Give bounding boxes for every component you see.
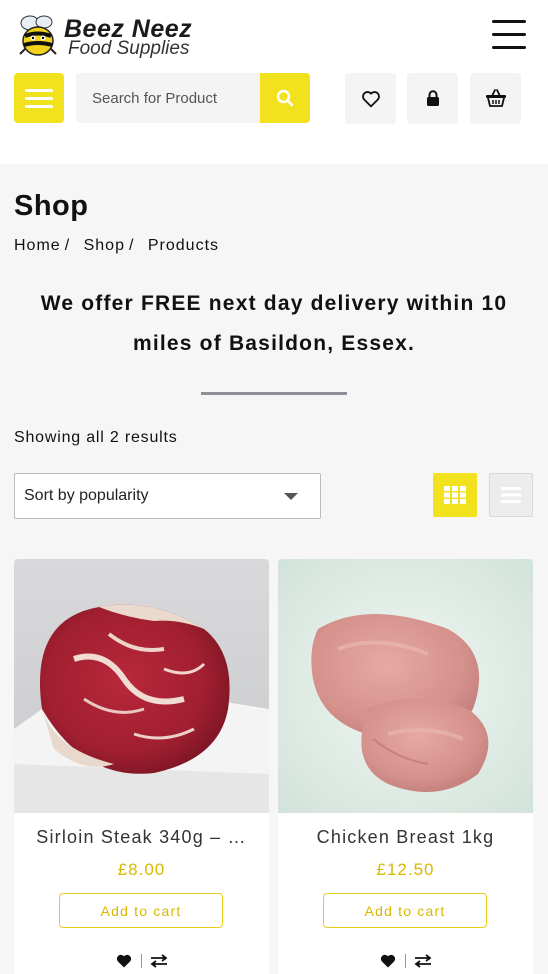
product-image[interactable] [278,559,533,813]
lock-icon [426,90,439,106]
grid-icon [444,486,466,504]
product-price: £12.50 [376,860,435,879]
bee-logo-icon [19,15,57,56]
results-count: Showing all 2 results [14,429,178,446]
breadcrumb-shop[interactable]: Shop [84,237,125,254]
basket-icon [485,89,506,107]
account-button[interactable] [407,73,458,124]
search-button[interactable] [260,73,310,123]
logo-text-sub: Food Supplies [68,38,190,59]
breadcrumb-separator: / [128,237,135,254]
hamburger-icon [25,88,53,92]
main-menu-button[interactable] [492,20,526,50]
search-icon [276,89,294,107]
search-bar [76,73,310,123]
list-icon [501,487,521,503]
chicken-photo [278,559,533,813]
hamburger-icon [492,20,526,23]
wishlist-button[interactable] [345,73,396,124]
add-to-cart-button[interactable]: Add to cart [59,893,223,928]
sort-dropdown[interactable]: Sort by popularity [14,473,321,519]
cart-button[interactable] [470,73,521,124]
product-card: Sirloin Steak 340g – … £8.00 Add to cart [14,559,269,974]
breadcrumb-current: Products [147,237,220,254]
heart-outline-icon [361,90,380,107]
grid-view-button[interactable] [433,473,477,517]
page-title: Shop [14,190,89,222]
logo[interactable]: Beez Neez Food Supplies [16,12,206,60]
chevron-down-icon [284,493,298,500]
steak-photo [14,559,269,813]
product-image[interactable] [14,559,269,813]
list-view-button[interactable] [489,473,533,517]
product-card: Chicken Breast 1kg £12.50 Add to cart [278,559,533,974]
search-input[interactable] [76,73,260,123]
breadcrumb-separator: / [64,237,71,254]
product-actions [278,951,533,971]
site-header: Beez Neez Food Supplies [0,0,548,164]
sort-selected-value: Sort by popularity [24,487,149,504]
compare-arrows-icon[interactable] [150,954,168,968]
delivery-notice: We offer FREE next day delivery within 1… [40,292,508,355]
heart-icon[interactable] [115,953,133,969]
compare-arrows-icon[interactable] [414,954,432,968]
product-name[interactable]: Sirloin Steak 340g – … [26,827,257,848]
product-price: £8.00 [117,860,166,879]
product-actions [14,951,269,971]
breadcrumb: Home / Shop / Products [14,237,219,255]
product-name[interactable]: Chicken Breast 1kg [290,827,521,848]
section-divider [201,392,347,395]
heart-icon[interactable] [379,953,397,969]
categories-menu-button[interactable] [14,73,64,123]
breadcrumb-home[interactable]: Home [14,237,61,254]
add-to-cart-button[interactable]: Add to cart [323,893,487,928]
